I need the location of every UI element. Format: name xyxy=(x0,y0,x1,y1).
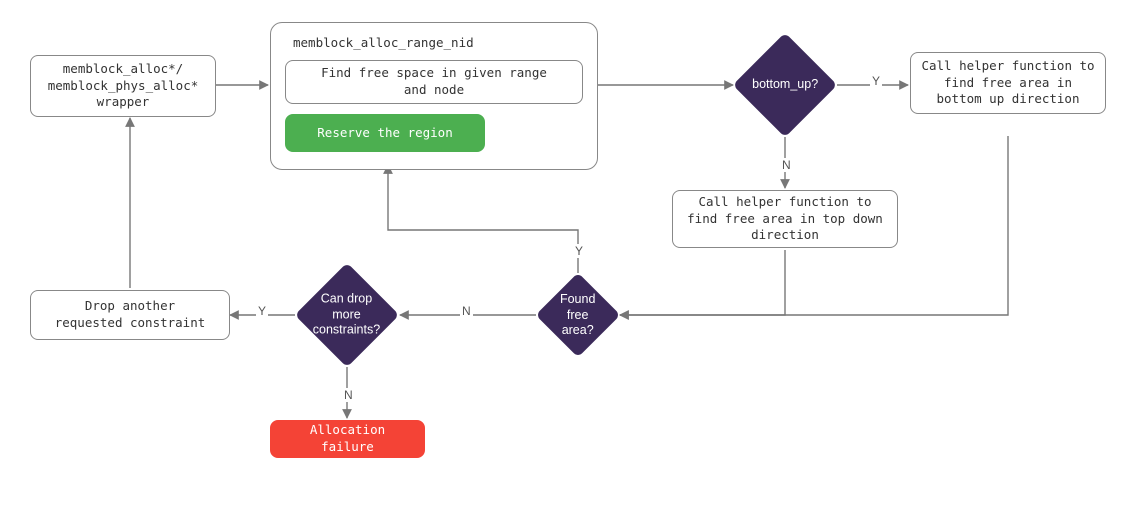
decision-can-drop-constraints-text: Can drop more constraints? xyxy=(309,288,384,343)
decision-bottom-up-text: bottom_up? xyxy=(748,73,822,97)
node-allocation-failure: Allocation failure xyxy=(270,420,425,458)
node-helper-bottom-up: Call helper function to find free area i… xyxy=(910,52,1106,114)
container-title: memblock_alloc_range_nid xyxy=(293,35,583,50)
node-reserve-region: Reserve the region xyxy=(285,114,485,152)
decision-bottom-up: bottom_up? xyxy=(733,33,838,138)
decision-can-drop-constraints: Can drop more constraints? xyxy=(295,263,400,368)
decision-found-free-area: Found free area? xyxy=(536,273,621,358)
node-helper-bottom-up-text: Call helper function to find free area i… xyxy=(921,58,1094,109)
node-wrapper-text: memblock_alloc*/ memblock_phys_alloc* wr… xyxy=(48,61,199,112)
node-find-free: Find free space in given range and node xyxy=(285,60,583,104)
node-wrapper: memblock_alloc*/ memblock_phys_alloc* wr… xyxy=(30,55,216,117)
node-drop-constraint-text: Drop another requested constraint xyxy=(55,298,206,332)
container-memblock-alloc-range-nid: memblock_alloc_range_nid Find free space… xyxy=(270,22,598,170)
edge-label-found-no: N xyxy=(460,304,473,318)
node-helper-top-down: Call helper function to find free area i… xyxy=(672,190,898,248)
edge-label-bottomup-no: N xyxy=(780,158,793,172)
node-allocation-failure-text: Allocation failure xyxy=(281,422,414,456)
node-reserve-region-text: Reserve the region xyxy=(317,125,452,142)
node-find-free-text: Find free space in given range and node xyxy=(321,65,547,99)
decision-found-free-area-text: Found free area? xyxy=(548,288,608,343)
node-helper-top-down-text: Call helper function to find free area i… xyxy=(687,194,883,245)
edge-label-found-yes: Y xyxy=(573,244,585,258)
edge-label-candrop-yes: Y xyxy=(256,304,268,318)
edge-label-bottomup-yes: Y xyxy=(870,74,882,88)
edge-label-candrop-no: N xyxy=(342,388,355,402)
node-drop-constraint: Drop another requested constraint xyxy=(30,290,230,340)
